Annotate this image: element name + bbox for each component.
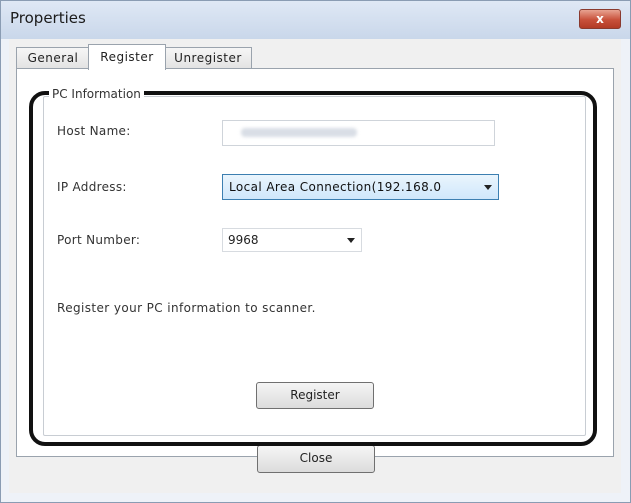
port-number-label: Port Number: xyxy=(57,233,141,247)
close-button-label: Close xyxy=(299,451,333,465)
register-instruction: Register your PC information to scanner. xyxy=(57,301,316,315)
properties-dialog: Properties x General Register Unregister… xyxy=(0,0,631,503)
host-name-field[interactable] xyxy=(222,120,495,146)
tab-general[interactable]: General xyxy=(16,47,90,69)
chevron-down-icon xyxy=(347,238,355,243)
close-window-button[interactable]: x xyxy=(579,9,621,29)
tab-unregister[interactable]: Unregister xyxy=(164,47,252,69)
close-button[interactable]: Close xyxy=(257,445,375,473)
window-title: Properties xyxy=(10,9,86,27)
chevron-down-icon xyxy=(484,185,492,190)
dialog-body: General Register Unregister PC Informati… xyxy=(9,39,621,493)
tab-unregister-label: Unregister xyxy=(174,51,242,65)
register-button[interactable]: Register xyxy=(256,382,374,409)
title-bar[interactable]: Properties x xyxy=(1,1,630,39)
host-name-label: Host Name: xyxy=(57,124,131,138)
ip-address-value: Local Area Connection(192.168.0 xyxy=(229,180,442,194)
port-number-value: 9968 xyxy=(228,233,259,247)
tab-general-label: General xyxy=(27,51,79,65)
tab-register[interactable]: Register xyxy=(88,44,166,70)
close-icon: x xyxy=(596,12,604,26)
tab-register-label: Register xyxy=(100,50,154,64)
ip-address-dropdown[interactable]: Local Area Connection(192.168.0 xyxy=(222,174,499,200)
group-title: PC Information xyxy=(49,87,144,101)
ip-address-label: IP Address: xyxy=(57,180,127,194)
host-name-value-redacted xyxy=(241,128,357,137)
register-button-label: Register xyxy=(290,388,340,402)
port-number-dropdown[interactable]: 9968 xyxy=(222,228,362,252)
